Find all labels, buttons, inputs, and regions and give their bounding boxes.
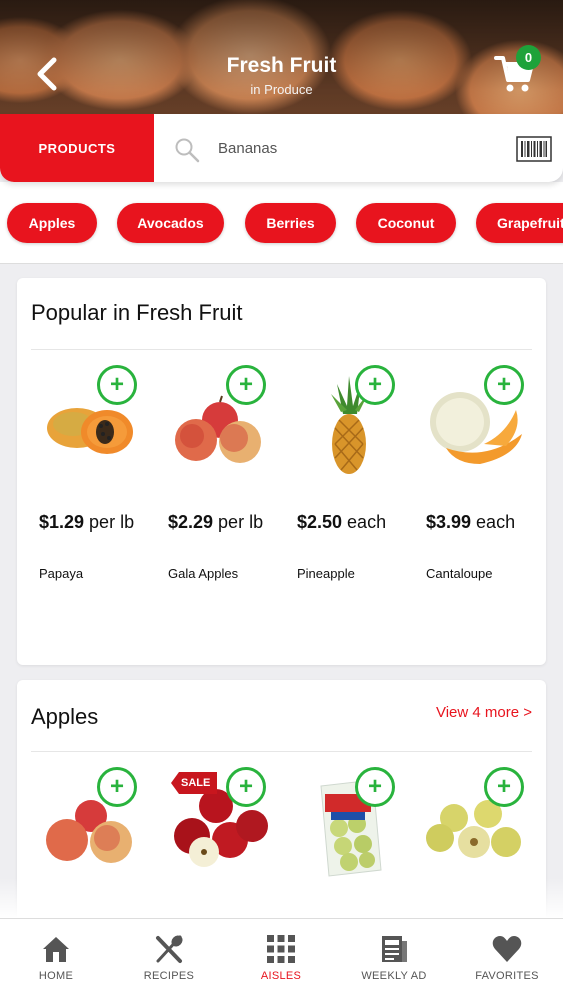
search-icon — [175, 138, 200, 163]
add-to-cart-button[interactable]: + — [355, 365, 395, 405]
page-subtitle: in Produce — [250, 82, 313, 97]
products-tab[interactable]: PRODUCTS — [0, 114, 154, 182]
recipes-icon — [156, 935, 183, 963]
chip-apples[interactable]: Apples — [7, 203, 97, 243]
product-name: Papaya — [39, 566, 84, 581]
aisles-icon — [267, 935, 295, 963]
nav-favorites[interactable]: FAVORITES — [451, 919, 563, 1000]
product-price: $2.29 per lb — [168, 512, 264, 532]
view-more-link[interactable]: View 4 more > — [436, 704, 532, 721]
cart-count-badge: 0 — [516, 45, 541, 70]
nav-aisles[interactable]: AISLES — [225, 919, 337, 1000]
apples-title: Apples — [31, 704, 99, 729]
sale-badge: SALE — [171, 772, 218, 794]
home-icon — [43, 937, 69, 962]
product-price: $2.50 each — [297, 512, 387, 532]
page-title: Fresh Fruit — [226, 54, 337, 77]
add-to-cart-button[interactable]: + — [484, 767, 524, 807]
chip-coconut[interactable]: Coconut — [356, 203, 456, 243]
nav-label: WEEKLY AD — [361, 970, 427, 982]
nav-weekly-ad[interactable]: WEEKLY AD — [338, 919, 450, 1000]
product-price: $1.29 per lb — [39, 512, 135, 532]
divider — [31, 751, 532, 752]
add-to-cart-button[interactable]: + — [97, 365, 137, 405]
add-to-cart-button[interactable]: + — [226, 365, 266, 405]
scroll-fade — [0, 878, 563, 918]
product-name: Pineapple — [297, 566, 355, 581]
chip-avocados[interactable]: Avocados — [117, 203, 224, 243]
product-name: Cantaloupe — [426, 566, 493, 581]
divider — [31, 349, 532, 350]
barcode-scan-icon[interactable] — [516, 136, 552, 162]
add-to-cart-button[interactable]: + — [484, 365, 524, 405]
chip-grapefruit[interactable]: Grapefruit — [476, 203, 563, 243]
bottom-nav: HOME RECIPES AISLES WEEKLY AD FAVORITES — [0, 918, 563, 1000]
product-price: $3.99 each — [426, 512, 516, 532]
nav-label: AISLES — [260, 970, 302, 982]
nav-label: HOME — [38, 970, 74, 982]
nav-home[interactable]: HOME — [0, 919, 112, 1000]
add-to-cart-button[interactable]: + — [226, 767, 266, 807]
nav-label: FAVORITES — [475, 970, 539, 982]
add-to-cart-button[interactable]: + — [355, 767, 395, 807]
category-chips: Apples Avocados Berries Coconut Grapefru… — [0, 182, 563, 264]
product-name: Gala Apples — [168, 566, 239, 581]
nav-label: RECIPES — [143, 970, 195, 982]
favorites-icon — [492, 936, 522, 962]
chip-berries[interactable]: Berries — [245, 203, 336, 243]
nav-recipes[interactable]: RECIPES — [113, 919, 225, 1000]
add-to-cart-button[interactable]: + — [97, 767, 137, 807]
popular-title: Popular in Fresh Fruit — [31, 300, 243, 325]
popular-card: Popular in Fresh Fruit + $1.29 per lb Pa… — [17, 278, 546, 665]
search-bar: PRODUCTS — [0, 114, 563, 182]
weekly-ad-icon — [382, 936, 407, 962]
search-input[interactable] — [218, 134, 498, 162]
